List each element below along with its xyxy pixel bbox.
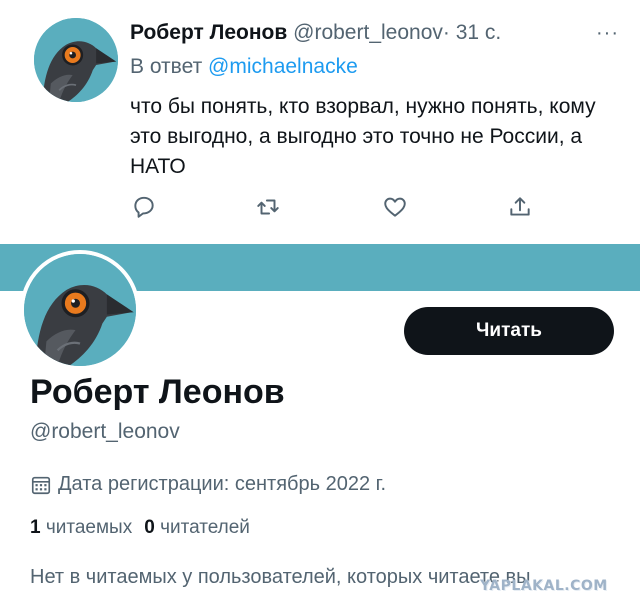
like-icon [384,197,406,217]
author-handle[interactable]: @robert_leonov [293,21,443,44]
crow-avatar-icon [34,18,118,102]
author-name[interactable]: Роберт Леонов [130,21,287,44]
reply-context: В ответ @michaelnacke [130,55,358,79]
following-link[interactable]: 1 читаемых [30,517,132,538]
profile-handle: @robert_leonov [30,420,180,443]
join-date: Дата регистрации: сентябрь 2022 г. [30,473,386,496]
reply-handle-link[interactable]: @michaelnacke [208,55,358,78]
tweet-header: Роберт Леонов @robert_leonov· 31 с. [130,20,501,46]
retweet-button[interactable] [255,194,283,222]
following-label: читаемых [45,517,133,538]
like-button[interactable] [382,194,410,222]
profile-name: Роберт Леонов [30,373,285,411]
crow-avatar-icon [24,254,136,366]
followers-label: читателей [160,517,250,538]
reply-icon [134,196,154,218]
calendar-icon [31,476,51,494]
reply-prefix: В ответ [130,55,203,78]
follow-button[interactable]: Читать [404,307,614,355]
following-count: 1 [30,517,41,538]
followers-link[interactable]: 0 читателей [144,517,250,538]
profile-avatar[interactable] [20,250,140,370]
share-icon [510,197,530,216]
join-date-text: Дата регистрации: сентябрь 2022 г. [58,473,387,495]
tweet-text: что бы понять, кто взорвал, нужно понять… [130,95,596,178]
tweet-time[interactable]: · 31 с. [443,21,501,44]
retweet-icon [257,199,279,215]
more-dots-icon[interactable]: ··· [596,22,619,45]
followers-count: 0 [144,517,155,538]
avatar[interactable] [34,18,118,102]
follow-stats: 1 читаемых 0 читателей [30,517,250,539]
reply-button[interactable] [131,194,159,222]
watermark: YAPLAKAL.COM [480,578,608,594]
tweet-card[interactable]: Роберт Леонов @robert_leonov· 31 с. ··· … [0,0,640,238]
followed-by-note: Нет в читаемых у пользователей, которых … [30,566,531,588]
share-button[interactable] [507,194,535,222]
